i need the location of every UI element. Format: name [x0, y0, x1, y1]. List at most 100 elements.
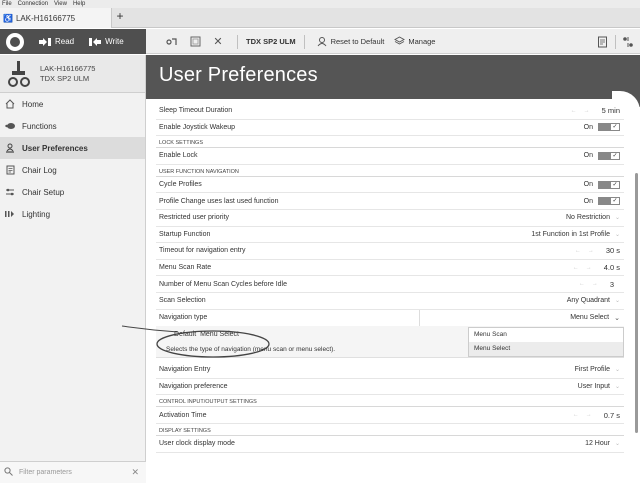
setting-row-navigation-entry[interactable]: Navigation Entry First Profile ⌄ — [156, 362, 624, 379]
dropdown-option-menu-select[interactable]: Menu Select — [469, 342, 623, 357]
toggle-checkbox[interactable]: ✓ — [598, 197, 620, 206]
sidebar-item-lighting[interactable]: Lighting — [0, 203, 145, 225]
stepper-arrows-icon[interactable]: ←→ — [579, 281, 605, 287]
window-icon[interactable] — [188, 35, 202, 49]
toggle-checkbox[interactable]: ✓ — [598, 123, 620, 132]
setting-value: User Input — [577, 383, 610, 391]
stepper-arrows-icon[interactable]: ←→ — [571, 108, 597, 114]
setting-value: First Profile — [574, 366, 610, 374]
setting-label: Restricted user priority — [159, 214, 230, 222]
setup-icon — [5, 187, 15, 197]
sidebar-item-user-preferences[interactable]: User Preferences — [0, 137, 145, 159]
clear-filter-icon[interactable]: ✕ — [131, 467, 139, 478]
chair-connect-icon[interactable] — [166, 35, 180, 49]
sidebar: LAK-H16166775 TDX SP2 ULM Home Functions… — [0, 55, 146, 483]
setting-row-activation-time[interactable]: Activation Time ←→ 0.7 s — [156, 407, 624, 424]
menu-connection[interactable]: Connection — [18, 0, 48, 8]
sidebar-item-label: Chair Log — [22, 165, 57, 175]
setting-row-restricted-priority[interactable]: Restricted user priority No Restriction … — [156, 210, 624, 227]
setting-row-enable-lock[interactable]: Enable Lock On ✓ — [156, 148, 624, 165]
chevron-down-icon[interactable]: ⌄ — [615, 297, 620, 304]
setting-row-clock-mode[interactable]: User clock display mode 12 Hour ⌄ — [156, 436, 624, 453]
chevron-down-icon[interactable]: ⌄ — [615, 366, 620, 373]
toolbar-device-model: TDX SP2 ULM — [246, 37, 296, 46]
setting-label: Navigation preference — [159, 383, 228, 391]
close-icon[interactable]: ✕ — [211, 35, 225, 49]
setting-row-menu-scan-rate[interactable]: Menu Scan Rate ←→ 4.0 s — [156, 260, 624, 277]
sidebar-item-label: Lighting — [22, 209, 51, 219]
default-info: Default Menu Select — [174, 331, 239, 338]
setting-value: Menu Select — [570, 314, 610, 322]
default-value: Menu Select — [200, 331, 239, 339]
wheelchair-icon: ♿ — [3, 13, 13, 23]
read-icon — [39, 37, 51, 46]
sidebar-item-home[interactable]: Home — [0, 93, 145, 115]
sidebar-item-functions[interactable]: Functions — [0, 115, 145, 137]
setting-value: 12 Hour — [585, 440, 610, 448]
sidebar-item-label: Functions — [22, 121, 57, 131]
filter-placeholder: Filter parameters — [19, 469, 72, 476]
chevron-down-icon[interactable]: ⌄ — [615, 214, 620, 221]
sidebar-item-chair-log[interactable]: Chair Log — [0, 159, 145, 181]
device-model: TDX SP2 ULM — [40, 73, 90, 83]
stepper-arrows-icon[interactable]: ←→ — [573, 265, 599, 271]
manage-button[interactable]: Manage — [394, 36, 435, 47]
setting-label: Activation Time — [159, 411, 207, 419]
section-header-display: DISPLAY SETTINGS — [156, 424, 624, 436]
toggle-checkbox[interactable]: ✓ — [598, 151, 620, 160]
setting-row-joystick-wakeup[interactable]: Enable Joystick Wakeup On ✓ — [156, 120, 624, 137]
setting-row-sleep-timeout[interactable]: Sleep Timeout Duration ←→ 5 min — [156, 103, 624, 120]
reset-label: Reset to Default — [330, 37, 385, 46]
setting-detail-panel: Default Menu Select Selects the type of … — [156, 326, 624, 359]
setting-row-scan-selection[interactable]: Scan Selection Any Quadrant ⌄ — [156, 293, 624, 310]
chevron-down-icon[interactable]: ⌄ — [615, 383, 620, 390]
setting-value: On — [583, 152, 593, 160]
write-label: Write — [105, 37, 124, 46]
setting-row-cycle-profiles[interactable]: Cycle Profiles On ✓ — [156, 177, 624, 194]
device-tab[interactable]: ♿ LAK-H16166775 — [0, 8, 112, 28]
setting-label: Startup Function — [159, 230, 211, 238]
chevron-down-icon[interactable]: ⌄ — [614, 314, 620, 322]
setting-value: 5 — [601, 106, 606, 116]
reset-icon — [317, 37, 326, 47]
device-id: LAK-H16166775 — [40, 63, 96, 73]
chevron-down-icon[interactable]: ⌄ — [615, 231, 620, 238]
toolbar: Read Write ✕ TDX SP2 ULM Reset to Defaul… — [0, 29, 640, 54]
stepper-arrows-icon[interactable]: ←→ — [573, 412, 599, 418]
device-info: LAK-H16166775 TDX SP2 ULM — [40, 64, 95, 84]
setting-value: 3 — [609, 279, 614, 289]
setting-row-timeout-navigation[interactable]: Timeout for navigation entry ←→ 30 s — [156, 243, 624, 260]
setting-row-navigation-type[interactable]: Navigation type Menu Select ⌄ — [156, 309, 624, 327]
toggle-checkbox[interactable]: ✓ — [598, 180, 620, 189]
functions-icon — [5, 121, 15, 131]
filter-parameters-field[interactable]: Filter parameters ✕ — [0, 461, 146, 483]
setting-row-navigation-preference[interactable]: Navigation preference User Input ⌄ — [156, 379, 624, 396]
setting-label: Sleep Timeout Duration — [159, 107, 233, 115]
section-header-control: CONTROL INPUT/OUTPUT SETTINGS — [156, 395, 624, 408]
dropdown-option-menu-scan[interactable]: Menu Scan — [469, 328, 623, 342]
sidebar-item-chair-setup[interactable]: Chair Setup — [0, 181, 145, 203]
menu-view[interactable]: View — [54, 0, 67, 8]
setting-row-profile-change[interactable]: Profile Change uses last used function O… — [156, 193, 624, 210]
reset-default-button[interactable]: Reset to Default — [317, 36, 385, 47]
setting-row-startup-function[interactable]: Startup Function 1st Function in 1st Pro… — [156, 227, 624, 244]
document-icon[interactable] — [595, 35, 609, 49]
scrollbar[interactable] — [635, 173, 638, 433]
connect-button[interactable] — [6, 32, 24, 51]
add-tab-button[interactable]: + — [114, 9, 126, 23]
toolbar-divider — [303, 34, 305, 49]
menu-help[interactable]: Help — [73, 0, 85, 8]
setting-row-scan-cycles[interactable]: Number of Menu Scan Cycles before Idle ←… — [156, 276, 624, 293]
write-button[interactable]: Write — [88, 37, 124, 47]
menu-file[interactable]: File — [2, 0, 12, 8]
section-header-lock: LOCK SETTINGS — [156, 136, 624, 149]
stepper-arrows-icon[interactable]: ←→ — [575, 248, 601, 254]
navigation-type-dropdown[interactable]: Menu Scan Menu Select — [468, 327, 624, 358]
log-icon — [5, 165, 15, 175]
read-button[interactable]: Read — [38, 37, 74, 47]
manage-label: Manage — [408, 37, 436, 46]
chevron-down-icon[interactable]: ⌄ — [615, 440, 620, 447]
setting-value: Any Quadrant — [566, 297, 610, 305]
settings-icon[interactable] — [621, 35, 635, 49]
tab-bar: ♿ LAK-H16166775 + — [0, 8, 640, 28]
